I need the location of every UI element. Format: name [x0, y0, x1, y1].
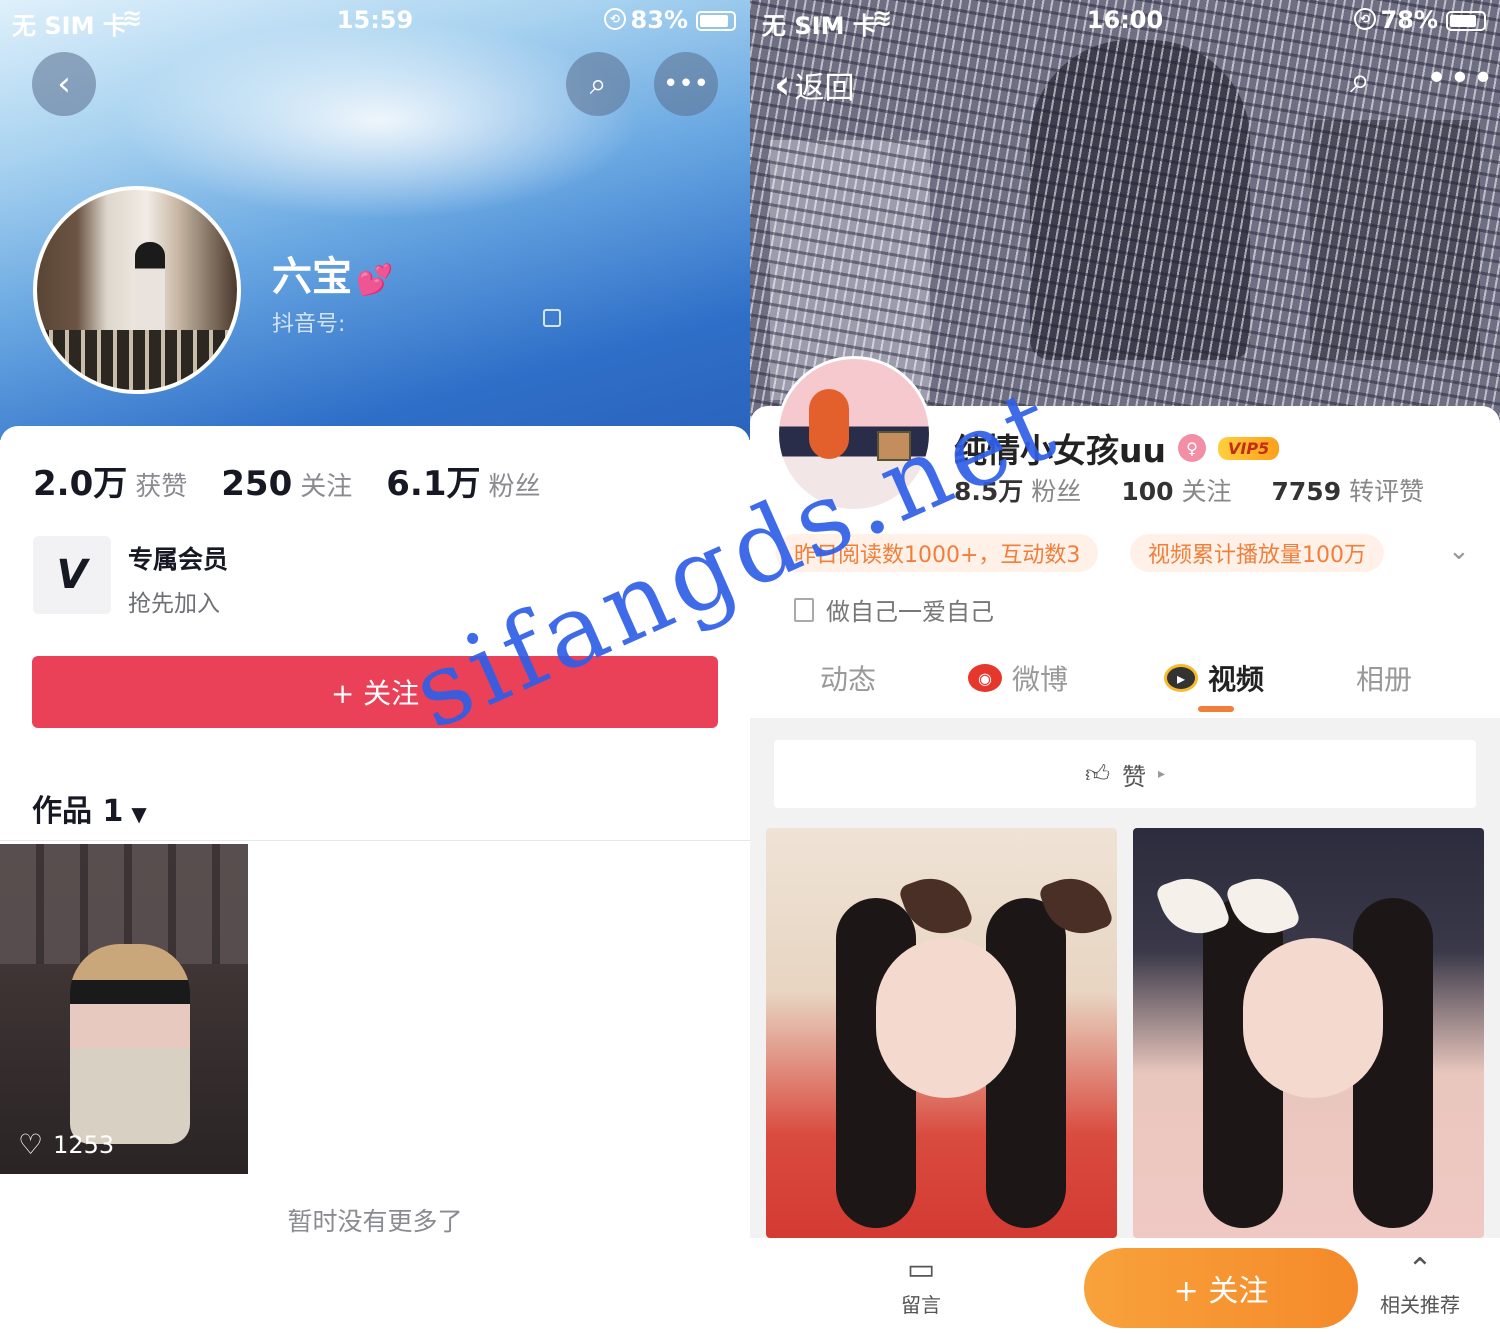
video-like-number: 1253 — [53, 1130, 115, 1159]
bio: 做自己一爱自己 — [794, 592, 994, 627]
search-icon: ⌕ — [589, 66, 607, 102]
battery-percent: 78% — [1380, 6, 1438, 34]
tab-label: 微博 — [1012, 663, 1069, 696]
tab-label: 视频 — [1208, 663, 1265, 696]
douyin-id-label: 抖音号: — [272, 312, 346, 337]
video-thumbnail[interactable]: ♡ 1253 — [0, 844, 248, 1174]
tab-label: 动态 — [820, 663, 877, 696]
more-dots-icon: ••• — [662, 69, 709, 99]
tab-video[interactable]: ▸ 视频 — [1164, 658, 1264, 698]
chat-bubble-icon: ▭ — [906, 1252, 936, 1287]
profile-name-text: 六宝 — [272, 254, 352, 300]
video-logo-icon: ▸ — [1164, 664, 1198, 692]
status-bar: 无 SIM 卡 ≋ 16:00 ⟲ 78% — [750, 0, 1500, 42]
membership-icon[interactable]: V — [33, 536, 111, 614]
stat-following[interactable]: 250 关注 — [221, 464, 352, 504]
status-bar: 无 SIM 卡 ≋ 15:59 ⟲ 83% — [0, 0, 750, 42]
chevron-right-icon: ▸ — [1158, 766, 1166, 782]
tab-feed[interactable]: 动态 — [820, 658, 876, 698]
no-more-text: 暂时没有更多了 — [287, 1207, 463, 1236]
chevron-left-icon: ‹ — [57, 64, 71, 104]
thumbs-up-icon: 👍︎ — [1084, 759, 1111, 788]
stat-interactions[interactable]: 7759 转评赞 — [1272, 472, 1425, 508]
membership-subtitle: 抢先加入 — [128, 591, 220, 617]
caret-down-icon: ▼ — [131, 802, 147, 826]
tab-album[interactable]: 相册 — [1356, 658, 1412, 698]
chevron-up-circle-icon: ⌃ — [1407, 1252, 1433, 1287]
more-dots-icon[interactable]: ••• — [1426, 58, 1496, 99]
chevron-left-icon: ‹ — [774, 62, 791, 108]
comment-label: 留言 — [901, 1293, 941, 1317]
video-plays-chip[interactable]: 视频累计播放量100万 — [1130, 534, 1384, 572]
tab-weibo[interactable]: ◉ 微博 — [968, 658, 1068, 698]
video-like-count: ♡ 1253 — [18, 1128, 114, 1161]
back-button[interactable]: ‹ 返回 — [774, 62, 854, 108]
battery-icon — [1446, 11, 1486, 31]
video-thumbnail[interactable] — [1133, 828, 1484, 1238]
stat-likes[interactable]: 2.0万 获赞 — [33, 456, 187, 505]
more-button[interactable]: ••• — [654, 52, 718, 116]
profile-name: 六宝 💕 — [272, 244, 393, 302]
document-icon — [794, 597, 814, 622]
copy-icon[interactable] — [543, 309, 561, 327]
related-recommend-button[interactable]: ⌃ 相关推荐 — [1370, 1252, 1470, 1318]
rotation-lock-icon: ⟲ — [1354, 8, 1376, 30]
comment-button[interactable]: ▭ 留言 — [876, 1252, 966, 1318]
battery-icon — [696, 11, 736, 31]
stat-followers[interactable]: 6.1万 粉丝 — [386, 456, 540, 505]
recommend-label: 相关推荐 — [1380, 1293, 1460, 1317]
membership-title[interactable]: 专属会员 — [128, 540, 228, 576]
profile-tabs: 动态 ◉ 微博 ▸ 视频 相册 — [750, 648, 1500, 718]
back-label: 返回 — [794, 71, 855, 106]
divider — [0, 840, 750, 841]
weibo-profile-screen: 无 SIM 卡 ≋ 16:00 ⟲ 78% ‹ 返回 ⌕ ••• 纯情小女孩uu… — [750, 0, 1500, 1334]
works-dropdown[interactable]: 作品 1 ▼ — [32, 786, 147, 830]
tab-label: 相册 — [1356, 663, 1413, 696]
bottom-action-bar: ▭ 留言 + 关注 ⌃ 相关推荐 — [750, 1238, 1500, 1334]
battery-percent: 83% — [630, 6, 688, 34]
vip-badge[interactable]: VIP5 — [1218, 436, 1280, 460]
active-tab-indicator — [1198, 706, 1234, 712]
video-thumbnail[interactable] — [766, 828, 1117, 1238]
stats-row: 2.0万 获赞 250 关注 6.1万 粉丝 — [33, 456, 541, 505]
works-label: 作品 1 — [32, 794, 124, 829]
search-button[interactable]: ⌕ — [566, 52, 630, 116]
search-icon[interactable]: ⌕ — [1350, 60, 1370, 102]
chevron-down-icon[interactable]: ⌄ — [1448, 536, 1470, 566]
female-badge-icon: ♀ — [1178, 434, 1206, 462]
avatar[interactable] — [33, 186, 241, 394]
liked-videos-bar[interactable]: 👍︎ 赞 ▸ — [774, 740, 1476, 808]
liked-label: 赞 — [1122, 762, 1147, 791]
follow-button[interactable]: + 关注 — [1084, 1248, 1358, 1328]
weibo-logo-icon: ◉ — [968, 664, 1002, 692]
heart-emoji-icon: 💕 — [356, 263, 394, 298]
stat-following[interactable]: 100 关注 — [1121, 472, 1231, 508]
back-button[interactable]: ‹ — [32, 52, 96, 116]
bio-text: 做自己一爱自己 — [826, 598, 994, 626]
rotation-lock-icon: ⟲ — [604, 8, 626, 30]
heart-outline-icon: ♡ — [18, 1128, 44, 1161]
douyin-profile-screen: 无 SIM 卡 ≋ 15:59 ⟲ 83% ‹ ⌕ ••• 六宝 💕 抖音号: 2… — [0, 0, 750, 1334]
